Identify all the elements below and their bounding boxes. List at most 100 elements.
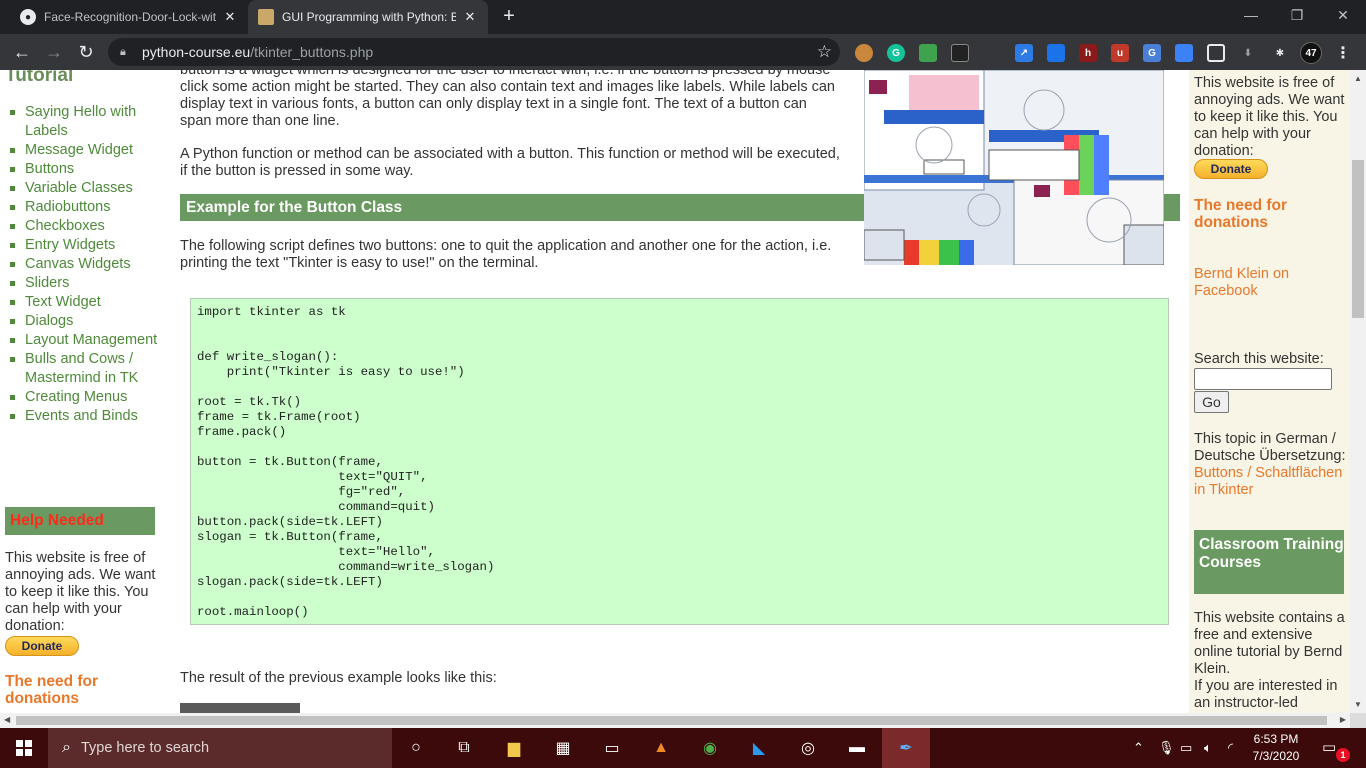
close-tab-icon[interactable]: ✕: [462, 9, 478, 25]
notification-badge: 1: [1336, 748, 1350, 762]
cube-extension-icon[interactable]: [1047, 44, 1065, 62]
feather-app-icon[interactable]: ✒: [894, 736, 918, 760]
battery-icon[interactable]: ▭: [1180, 728, 1192, 768]
minimize-button[interactable]: —: [1228, 0, 1274, 30]
download-icon[interactable]: ⬇: [1239, 44, 1257, 62]
store-icon[interactable]: ▦: [551, 736, 575, 760]
tkinter-collage-image: [864, 70, 1164, 265]
printer-extension-icon[interactable]: [919, 44, 937, 62]
terminal-icon[interactable]: ▭: [600, 736, 624, 760]
scroll-right-arrow-icon[interactable]: ▶: [1340, 715, 1346, 724]
grammarly-extension-icon[interactable]: G: [887, 44, 905, 62]
scroll-up-arrow-icon[interactable]: ▲: [1354, 74, 1362, 83]
clock-time: 6:53 PM: [1253, 732, 1299, 746]
sidebar-item-events-and-binds[interactable]: Events and Binds: [9, 407, 159, 426]
ad-free-notice: This website is free of annoying ads. We…: [5, 550, 156, 634]
tab-gui-programming[interactable]: GUI Programming with Python: B ✕: [248, 0, 488, 34]
ninja-extension-icon[interactable]: [951, 44, 969, 62]
profile-avatar[interactable]: 47: [1300, 42, 1322, 64]
lock-icon: 🔒︎: [120, 46, 126, 58]
sidebar-item-message-widget[interactable]: Message Widget: [9, 141, 159, 160]
clock-date: 7/3/2020: [1252, 749, 1300, 763]
donate-button[interactable]: Donate: [5, 636, 79, 656]
section-heading: Example for the Button Class: [186, 199, 403, 216]
german-translation-label: This topic in German / Deutsche Übersetz…: [1194, 431, 1346, 464]
tray-chevron-icon[interactable]: ⌃: [1133, 728, 1144, 768]
sidebar-item-checkboxes[interactable]: Checkboxes: [9, 217, 159, 236]
sidebar-item-radiobuttons[interactable]: Radiobuttons: [9, 198, 159, 217]
puzzle-extensions-icon[interactable]: ✱: [1271, 44, 1289, 62]
new-tab-button[interactable]: +: [498, 6, 520, 28]
back-arrow-icon[interactable]: ←: [8, 38, 36, 66]
german-translation-link[interactable]: Buttons / Schaltflächen in Tkinter: [1194, 465, 1342, 498]
forward-arrow-icon[interactable]: →: [40, 38, 68, 66]
restore-button[interactable]: ❐: [1274, 0, 1320, 30]
volume-icon[interactable]: 🔈︎: [1204, 728, 1212, 768]
classroom-heading: Classroom Training Courses: [1199, 536, 1344, 571]
windows-taskbar: ⌕ Type here to search ○ ⧉ ▆ ▦ ▭ ▲ ◉ ◣ ◎ …: [0, 728, 1366, 768]
cmd-icon[interactable]: ▬: [845, 736, 869, 760]
sidebar-item-bulls-and-cows[interactable]: Bulls and Cows / Mastermind in TK: [9, 350, 159, 388]
result-text: The result of the previous example looks…: [180, 670, 497, 686]
search-go-button[interactable]: Go: [1194, 391, 1229, 413]
address-bar[interactable]: 🔒︎ python-course.eu/tkinter_buttons.php …: [108, 38, 840, 66]
start-button[interactable]: [0, 728, 48, 768]
cortana-icon[interactable]: ○: [404, 736, 428, 760]
translate-extension-icon[interactable]: G: [1143, 44, 1161, 62]
bookmark-star-icon[interactable]: ☆: [817, 42, 832, 62]
site-favicon-icon: [258, 9, 274, 25]
wifi-icon[interactable]: ◜: [1228, 728, 1233, 768]
sidebar-item-layout-management[interactable]: Layout Management: [9, 331, 159, 350]
horizontal-scrollbar[interactable]: ◀ ▶: [0, 713, 1350, 728]
vertical-scroll-thumb[interactable]: [1352, 160, 1364, 318]
tab-bar: ● Face-Recognition-Door-Lock-wit ✕ GUI P…: [0, 0, 1366, 34]
script-description: The following script defines two buttons…: [180, 238, 832, 271]
tutorial-nav: Saying Hello with Labels Message Widget …: [9, 103, 159, 426]
obs-icon[interactable]: ◎: [796, 736, 820, 760]
chrome-icon[interactable]: ◉: [698, 736, 722, 760]
sidebar-item-canvas-widgets[interactable]: Canvas Widgets: [9, 255, 159, 274]
sidebar-item-sliders[interactable]: Sliders: [9, 274, 159, 293]
resize-extension-icon[interactable]: ↗: [1015, 44, 1033, 62]
sidebar-item-text-widget[interactable]: Text Widget: [9, 293, 159, 312]
vscode-icon[interactable]: ◣: [747, 736, 771, 760]
file-explorer-icon[interactable]: ▆: [502, 736, 526, 760]
ublock-extension-icon[interactable]: u: [1111, 44, 1129, 62]
vlc-icon[interactable]: ▲: [649, 736, 673, 760]
url-host: python-course.eu: [142, 44, 251, 60]
sidebar-item-labels[interactable]: Saying Hello with Labels: [9, 103, 159, 141]
notification-icon[interactable]: ▭ 1: [1322, 738, 1350, 762]
scroll-down-arrow-icon[interactable]: ▼: [1354, 700, 1362, 709]
tab-face-recognition[interactable]: ● Face-Recognition-Door-Lock-wit ✕: [10, 0, 248, 34]
right-sidebar: This website is free of annoying ads. We…: [1189, 70, 1350, 713]
download-helper-extension-icon[interactable]: [1175, 44, 1193, 62]
window-extension-icon[interactable]: [1207, 44, 1225, 62]
vertical-scrollbar[interactable]: ▲ ▼: [1350, 70, 1366, 713]
cookie-extension-icon[interactable]: [855, 44, 873, 62]
h-extension-icon[interactable]: h: [1079, 44, 1097, 62]
donate-button-right[interactable]: Donate: [1194, 159, 1268, 179]
need-donations-link-right[interactable]: The need for donations: [1194, 197, 1350, 231]
system-clock[interactable]: 6:53 PM 7/3/2020: [1246, 731, 1306, 765]
sidebar-item-entry-widgets[interactable]: Entry Widgets: [9, 236, 159, 255]
taskbar-search[interactable]: ⌕ Type here to search: [48, 728, 392, 768]
windows-logo-icon: [16, 740, 32, 756]
horizontal-scroll-thumb[interactable]: [16, 716, 1327, 725]
intro-paragraph: button is a widget which is designed for…: [180, 70, 835, 129]
need-donations-link[interactable]: The need for donations: [5, 673, 170, 707]
sidebar-item-buttons[interactable]: Buttons: [9, 160, 159, 179]
sidebar-item-dialogs[interactable]: Dialogs: [9, 312, 159, 331]
microphone-icon[interactable]: 🎙︎: [1158, 728, 1175, 768]
task-view-icon[interactable]: ⧉: [452, 736, 476, 760]
sidebar-item-creating-menus[interactable]: Creating Menus: [9, 388, 159, 407]
sidebar-item-variable-classes[interactable]: Variable Classes: [9, 179, 159, 198]
close-tab-icon[interactable]: ✕: [222, 9, 238, 25]
help-needed-banner: Help Needed: [5, 507, 155, 535]
facebook-link[interactable]: Bernd Klein on Facebook: [1194, 266, 1348, 300]
site-search-input[interactable]: [1194, 368, 1332, 390]
close-window-button[interactable]: ✕: [1320, 0, 1366, 30]
reload-icon[interactable]: ↻: [72, 38, 100, 66]
menu-icon[interactable]: ⋮: [1334, 44, 1352, 62]
scroll-left-arrow-icon[interactable]: ◀: [4, 715, 10, 724]
page-viewport: Tutorial Saying Hello with Labels Messag…: [0, 70, 1350, 713]
